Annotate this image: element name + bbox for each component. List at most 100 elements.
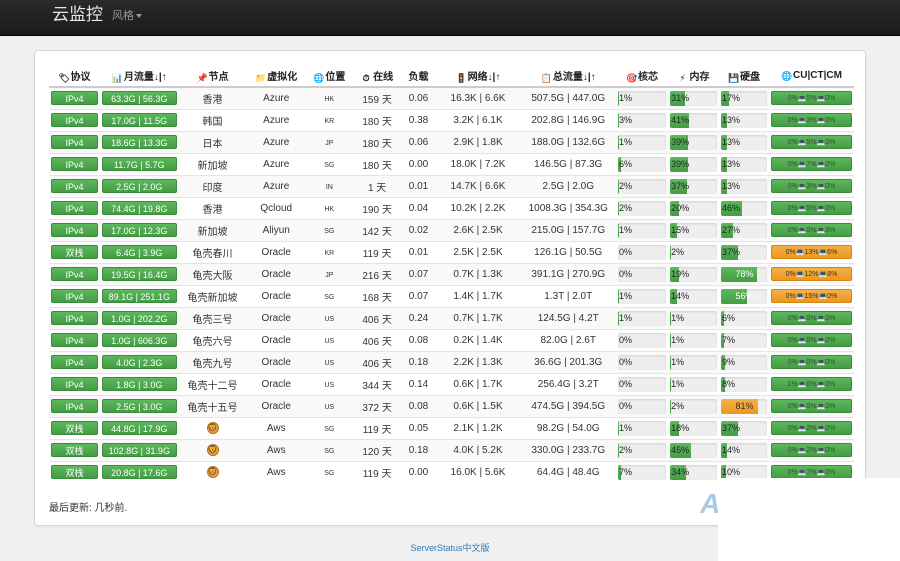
table-row[interactable]: IPv4 74.4G | 19.8G 香港 Qcloud HK 190 天 0.… bbox=[49, 196, 854, 219]
disk-bar: 8% bbox=[721, 376, 767, 392]
header-cpu[interactable]: 🎯核芯 bbox=[616, 65, 669, 88]
node-name: 日本 bbox=[202, 138, 223, 150]
header-total[interactable]: 📋总流量↓|↑ bbox=[520, 65, 617, 88]
mem-bar: 1% bbox=[670, 310, 718, 326]
disk-bar: 6% bbox=[721, 310, 767, 326]
cpu-bar: 2% bbox=[618, 178, 667, 194]
table-row[interactable]: IPv4 1.0G | 202.2G 龟壳三号 Oracle US 406 天 … bbox=[49, 306, 854, 329]
location-code: HK bbox=[324, 205, 335, 213]
cpu-bar: 0% bbox=[618, 244, 667, 260]
traffic-light-icon: 🚦 bbox=[455, 73, 467, 83]
protocol-badge: IPv4 bbox=[51, 157, 98, 171]
style-dropdown[interactable]: 风格 bbox=[112, 9, 142, 23]
protocol-badge: IPv4 bbox=[51, 311, 98, 325]
cpu-label: 0% bbox=[619, 268, 633, 279]
cpu-label: 1% bbox=[619, 92, 633, 103]
disk-bar: 37% bbox=[721, 244, 767, 260]
network-cell: 2.1K | 1.2K bbox=[435, 416, 521, 439]
cpu-label: 0% bbox=[619, 356, 633, 367]
tag-icon: 🏷 bbox=[58, 73, 70, 83]
node-cell: 香港 bbox=[178, 196, 247, 219]
header-network[interactable]: 🚦网络↓|↑ bbox=[435, 65, 521, 88]
protocol-cell: IPv4 bbox=[49, 372, 100, 395]
load-cell: 0.01 bbox=[401, 174, 436, 197]
protocol-badge: 双栈 bbox=[51, 421, 98, 435]
chart-icon: 📊 bbox=[111, 73, 124, 83]
header-node[interactable]: 📌节点 bbox=[178, 65, 247, 88]
uptime-cell: 406 天 bbox=[352, 306, 402, 329]
table-row[interactable]: IPv4 19.5G | 16.4G 龟壳大阪 Oracle JP 216 天 … bbox=[49, 262, 854, 285]
mem-cell: 2% bbox=[668, 240, 720, 263]
brand-title[interactable]: 云监控 bbox=[52, 5, 103, 25]
total-cell: 126.1G | 50.5G bbox=[520, 240, 617, 263]
disk-label: 27% bbox=[722, 224, 741, 235]
load-cell: 0.00 bbox=[401, 460, 436, 483]
location-cell: JP bbox=[305, 262, 353, 285]
cuctcm-badge: 0%💻5%💻0% bbox=[770, 201, 852, 215]
header-uptime[interactable]: ⏱ 在线 bbox=[352, 65, 402, 88]
cpu-cell: 2% bbox=[616, 196, 669, 219]
cpu-label: 3% bbox=[619, 114, 633, 125]
header-monthly[interactable]: 📊月流量↓|↑ bbox=[99, 65, 179, 88]
network-cell: 14.7K | 6.6K bbox=[435, 174, 521, 197]
mem-bar: 2% bbox=[670, 244, 718, 260]
protocol-badge: IPv4 bbox=[51, 267, 98, 281]
cuctcm-badge: 0%💻0%💻0% bbox=[770, 333, 852, 347]
header-protocol[interactable]: 🏷协议 bbox=[49, 65, 100, 88]
table-row[interactable]: IPv4 1.0G | 606.3G 龟壳六号 Oracle US 406 天 … bbox=[49, 328, 854, 351]
pin-icon: 📌 bbox=[196, 73, 208, 83]
globe-icon: 🌐 bbox=[313, 73, 325, 83]
table-row[interactable]: IPv4 11.7G | 5.7G 新加坡 Azure SG 180 天 0.0… bbox=[49, 152, 854, 175]
uptime-cell: 159 天 bbox=[352, 86, 402, 109]
table-row[interactable]: IPv4 17.0G | 11.5G 韩国 Azure KR 180 天 0.3… bbox=[49, 108, 854, 131]
location-cell: SG bbox=[305, 460, 353, 483]
header-cuctcm[interactable]: 🌐CU|CT|CM bbox=[768, 65, 854, 88]
cpu-label: 6% bbox=[619, 158, 633, 169]
table-row[interactable]: IPv4 17.0G | 12.3G 新加坡 Aliyun SG 142 天 0… bbox=[49, 218, 854, 241]
table-row[interactable]: 双栈 6.4G | 3.9G 龟壳春川 Oracle KR 119 天 0.01… bbox=[49, 240, 854, 263]
style-dropdown-label: 风格 bbox=[112, 10, 134, 22]
node-cell: 🦁 bbox=[178, 460, 247, 483]
load-cell: 0.24 bbox=[401, 306, 436, 329]
virt-cell: Azure bbox=[246, 86, 306, 109]
cpu-bar: 0% bbox=[618, 398, 667, 414]
location-cell: SG bbox=[305, 218, 353, 241]
load-cell: 0.38 bbox=[401, 108, 436, 131]
header-load[interactable]: 负载 bbox=[401, 65, 436, 88]
node-name: 印度 bbox=[202, 182, 223, 194]
virt-cell: Aws bbox=[246, 438, 306, 461]
cuctcm-badge: 0%💻0%💻0% bbox=[770, 355, 852, 369]
location-cell: US bbox=[305, 328, 353, 351]
cpu-label: 0% bbox=[619, 334, 633, 345]
header-location[interactable]: 🌐位置 bbox=[305, 65, 353, 88]
header-virt[interactable]: 📁虚拟化 bbox=[246, 65, 306, 88]
protocol-cell: IPv4 bbox=[49, 328, 100, 351]
table-row[interactable]: IPv4 89.1G | 251.1G 龟壳新加坡 Oracle SG 168 … bbox=[49, 284, 854, 307]
disk-cell: 7% bbox=[719, 328, 769, 351]
disk-bar: 13% bbox=[721, 112, 767, 128]
mem-cell: 20% bbox=[668, 196, 720, 219]
mem-label: 14% bbox=[671, 290, 690, 301]
footer-link[interactable]: ServerStatus中文版 bbox=[0, 541, 900, 554]
node-name: 韩国 bbox=[202, 116, 223, 128]
node-name: 龟壳三号 bbox=[192, 314, 233, 326]
mem-cell: 39% bbox=[668, 152, 720, 175]
last-update-text: 最后更新: 几秒前. bbox=[49, 503, 128, 514]
table-row[interactable]: IPv4 4.0G | 2.3G 龟壳九号 Oracle US 406 天 0.… bbox=[49, 350, 854, 373]
node-cell: 香港 bbox=[178, 86, 247, 109]
monthly-cell: 1.0G | 202.2G bbox=[99, 306, 179, 329]
location-cell: JP bbox=[305, 130, 353, 153]
network-cell: 0.2K | 1.4K bbox=[435, 328, 521, 351]
header-disk[interactable]: 💾硬盘 bbox=[719, 65, 769, 88]
table-row[interactable]: IPv4 18.6G | 13.3G 日本 Azure JP 180 天 0.0… bbox=[49, 130, 854, 153]
location-cell: US bbox=[305, 394, 353, 417]
table-row[interactable]: IPv4 2.5G | 3.0G 龟壳十五号 Oracle US 372 天 0… bbox=[49, 394, 854, 417]
location-cell: SG bbox=[305, 438, 353, 461]
table-row[interactable]: 双栈 44.8G | 17.9G 🦁 Aws SG 119 天 0.05 2.1… bbox=[49, 416, 854, 439]
table-row[interactable]: IPv4 1.8G | 3.0G 龟壳十二号 Oracle US 344 天 0… bbox=[49, 372, 854, 395]
table-row[interactable]: IPv4 2.5G | 2.0G 印度 Azure IN 1 天 0.01 14… bbox=[49, 174, 854, 197]
table-row[interactable]: 双栈 102.8G | 31.9G 🦁 Aws SG 120 天 0.18 4.… bbox=[49, 438, 854, 461]
header-mem[interactable]: ⚡ 内存 bbox=[668, 65, 720, 88]
table-row[interactable]: IPv4 63.3G | 56.3G 香港 Azure HK 159 天 0.0… bbox=[49, 86, 854, 109]
total-cell: 391.1G | 270.9G bbox=[520, 262, 617, 285]
